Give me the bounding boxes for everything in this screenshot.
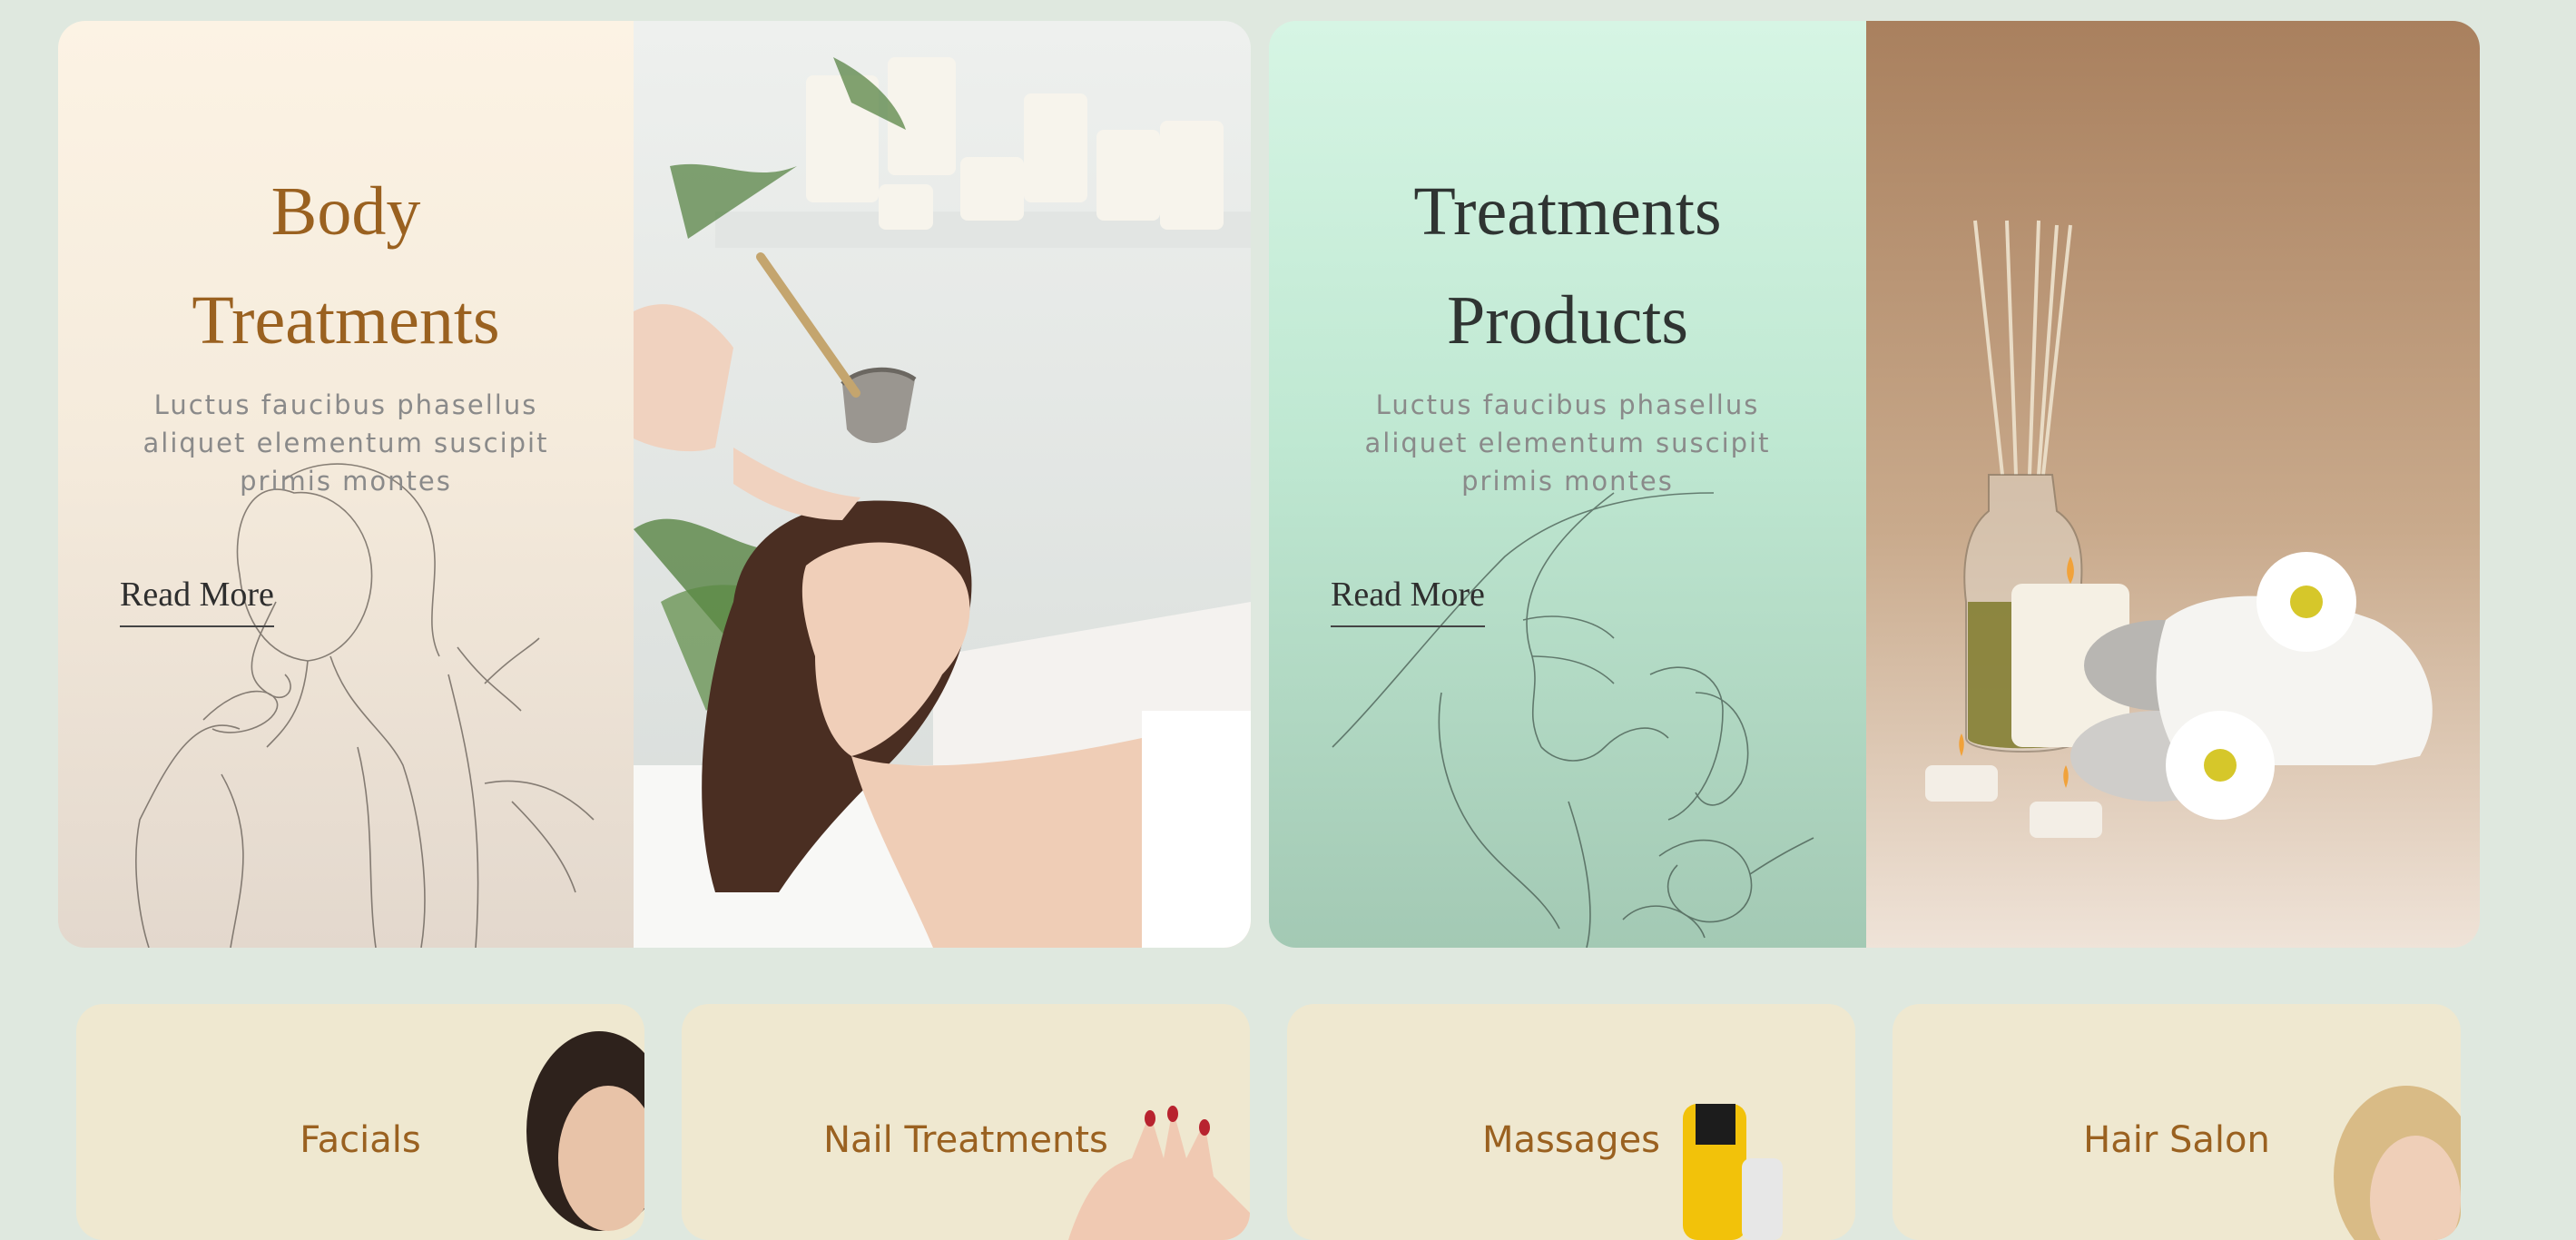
category-label: Massages — [1481, 1119, 1661, 1161]
category-card-massages[interactable]: Massages — [1287, 1004, 1855, 1240]
promo-text-panel: Body Treatments Luctus faucibus phasellu… — [58, 21, 634, 948]
read-more-link[interactable]: Read More — [1331, 575, 1485, 627]
promo-body-treatments: Body Treatments Luctus faucibus phasellu… — [58, 21, 1251, 948]
category-card-nail-treatments[interactable]: Nail Treatments — [682, 1004, 1250, 1240]
category-label: Nail Treatments — [823, 1119, 1108, 1161]
promo-title: Treatments Products — [1413, 173, 1722, 359]
spa-photo-image — [634, 21, 1251, 948]
promo-description: Luctus faucibus phasellus aliquet elemen… — [1364, 389, 1771, 497]
aroma-diffuser-spa-photo — [1866, 21, 2480, 948]
category-card-hair-salon[interactable]: Hair Salon — [1893, 1004, 2461, 1240]
read-more-link[interactable]: Read More — [120, 575, 274, 627]
promo-title: Body Treatments — [192, 173, 500, 359]
promo-text-panel: Treatments Products Luctus faucibus phas… — [1269, 21, 1866, 948]
category-card-facials[interactable]: Facials — [76, 1004, 644, 1240]
category-label: Hair Salon — [2083, 1119, 2270, 1161]
facial-mask-spa-photo — [634, 21, 1251, 948]
promo-description: Luctus faucibus phasellus aliquet elemen… — [143, 389, 549, 497]
category-label: Facials — [300, 1119, 421, 1161]
spa-products-image — [1866, 21, 2480, 948]
promo-treatments-products: Treatments Products Luctus faucibus phas… — [1269, 21, 2480, 948]
